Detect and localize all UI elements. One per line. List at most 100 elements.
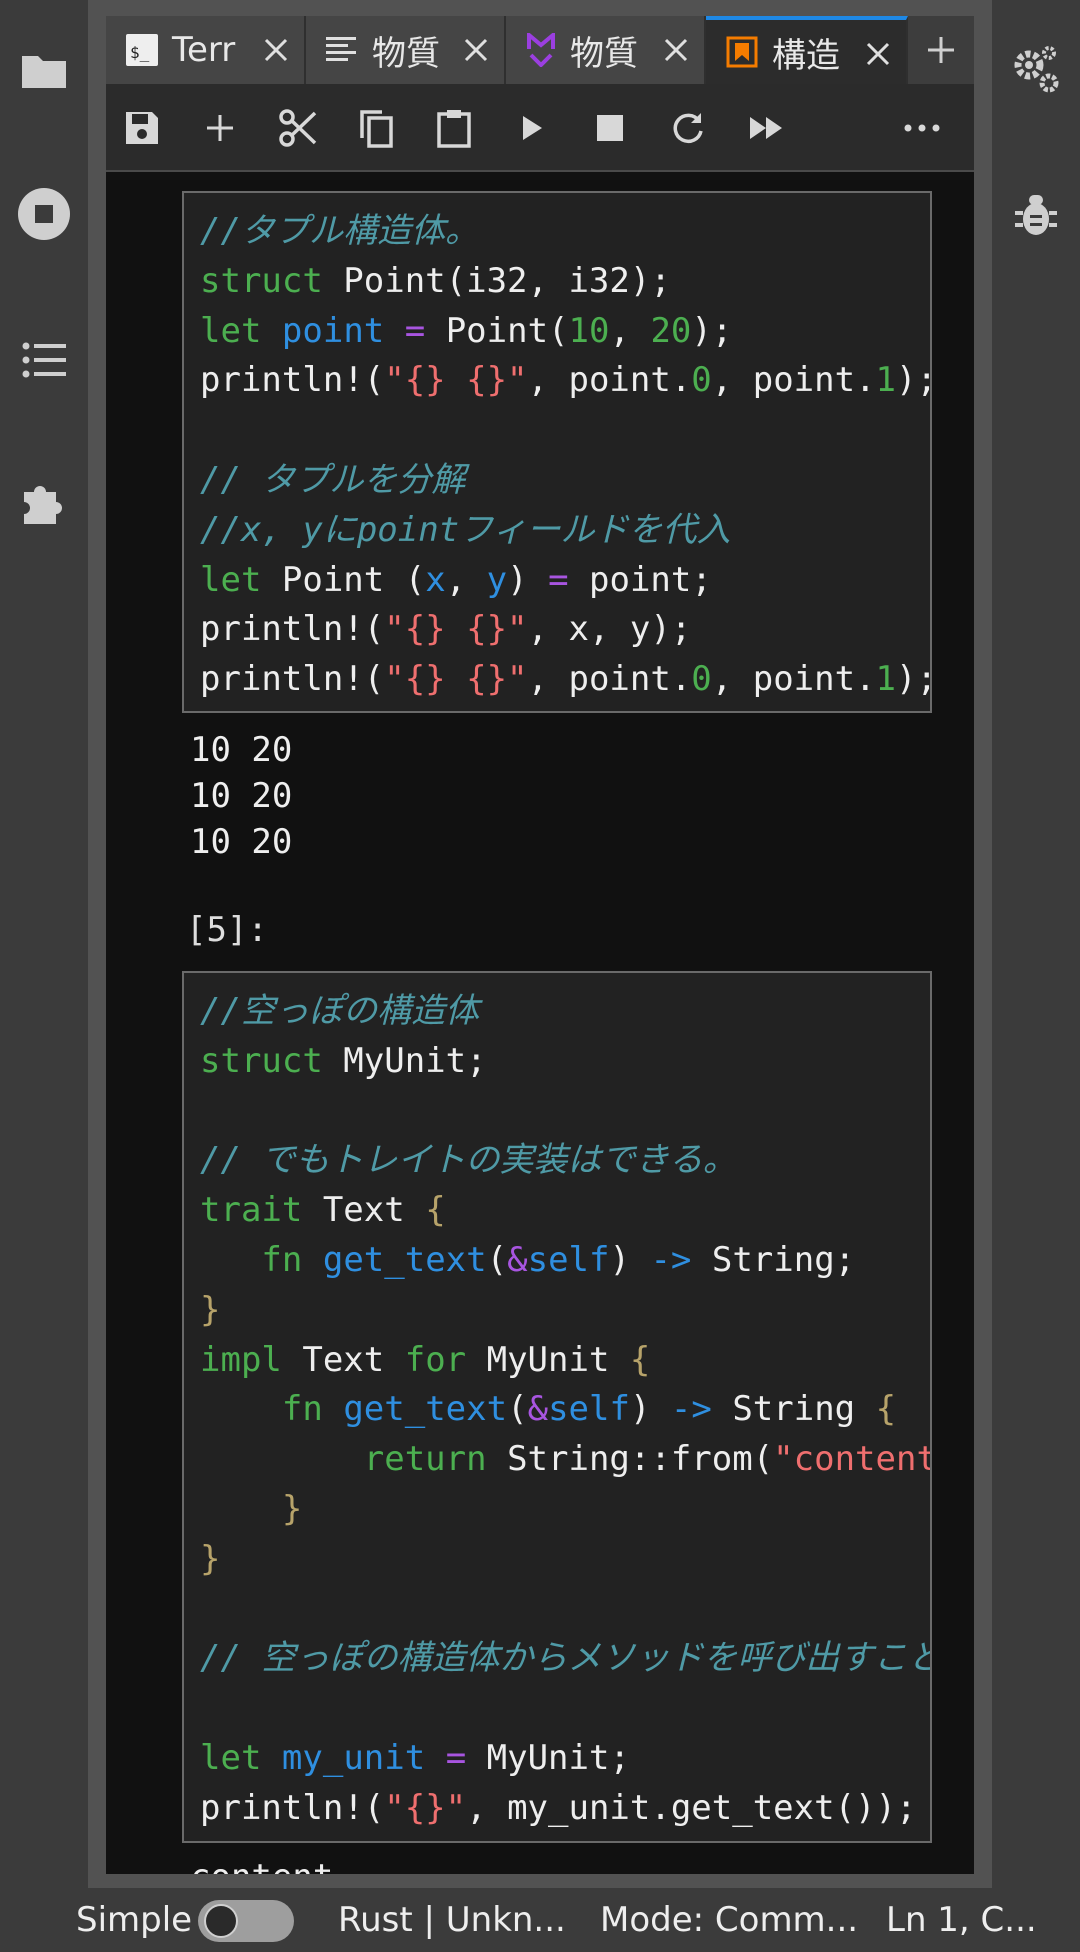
extensions-puzzle-icon[interactable] <box>14 472 74 532</box>
tab-terminal[interactable]: $_ Terr <box>106 16 306 84</box>
notebook-mode-status[interactable]: Mode: Comm... <box>600 1900 858 1940</box>
code-token: Text <box>302 1190 426 1231</box>
tab-notebook-active[interactable]: 構造 <box>706 16 908 84</box>
kernel-status[interactable]: Rust | Unkn... <box>338 1900 566 1940</box>
code-token: = <box>404 310 426 351</box>
code-editor-text[interactable]: //タプル構造体。 struct Point(i32, i32); let poin… <box>184 193 930 705</box>
code-editor-text[interactable]: //空っぽの構造体 struct MyUnit; // でもトレイトの実装はできる。… <box>184 973 930 1834</box>
code-line: let Point (x, y) = point; <box>200 556 930 606</box>
code-token: , <box>445 559 487 600</box>
code-token: MyUnit <box>466 1339 630 1380</box>
code-token: ); <box>896 659 930 700</box>
code-token: = <box>548 559 569 600</box>
new-tab-button[interactable] <box>908 16 974 84</box>
insert-cell-button[interactable] <box>196 104 244 152</box>
code-line: println!("{} {}", x, y); <box>200 605 930 655</box>
markdown-icon <box>527 33 555 67</box>
code-token: println!( <box>200 659 385 700</box>
more-options-button[interactable] <box>898 104 946 152</box>
folder-icon[interactable] <box>14 40 74 100</box>
code-token: 10 <box>568 310 610 351</box>
fast-forward-icon <box>750 117 782 139</box>
code-token: println!( <box>200 1787 385 1828</box>
code-token: self <box>527 1239 610 1280</box>
tab-text-file[interactable]: 物質 <box>306 16 506 84</box>
code-token: return <box>363 1439 487 1480</box>
paste-button[interactable] <box>430 104 478 152</box>
simple-mode-toggle[interactable] <box>198 1900 294 1942</box>
status-bar: Simple Rust | Unkn... Mode: Comm... Ln 1… <box>0 1888 1080 1952</box>
code-line: impl Text for MyUnit { <box>200 1336 930 1386</box>
code-token: println!( <box>200 609 385 650</box>
code-token: , x, y); <box>527 609 692 650</box>
close-icon[interactable] <box>262 36 290 64</box>
left-activity-bar <box>0 0 88 1888</box>
run-cell-button[interactable] <box>508 104 556 152</box>
notebook-toolbar <box>106 84 974 172</box>
code-cell-editor[interactable]: //タプル構造体。 struct Point(i32, i32); let poin… <box>182 191 932 713</box>
code-token: } <box>200 1289 221 1330</box>
code-line: } <box>200 1485 930 1535</box>
code-token: point <box>281 310 385 351</box>
code-cell-editor[interactable]: //空っぽの構造体 struct MyUnit; // でもトレイトの実装はできる。… <box>182 971 932 1843</box>
close-icon[interactable] <box>662 36 690 64</box>
restart-run-all-button[interactable] <box>742 104 790 152</box>
code-token: fn <box>261 1239 303 1280</box>
save-button[interactable] <box>118 104 166 152</box>
code-token: println!( <box>200 360 385 401</box>
code-token: -> <box>670 1389 712 1430</box>
code-token: , point. <box>527 360 692 401</box>
save-icon <box>126 112 158 144</box>
plus-icon <box>928 37 954 63</box>
code-token: , point. <box>711 659 876 700</box>
code-line: } <box>200 1286 930 1336</box>
code-token: String; <box>691 1239 856 1280</box>
text-file-icon <box>326 37 356 61</box>
code-token: Text <box>281 1339 405 1380</box>
code-line: //空っぽの構造体 <box>200 987 930 1037</box>
close-icon[interactable] <box>864 40 892 68</box>
code-token: point; <box>568 559 712 600</box>
code-token: impl <box>200 1339 282 1380</box>
code-token: Point ( <box>261 559 426 600</box>
copy-button[interactable] <box>352 104 400 152</box>
toggle-knob <box>204 1904 238 1938</box>
code-token: , point. <box>527 659 692 700</box>
code-token: Point( <box>425 310 569 351</box>
code-token: // タプルを分解 <box>200 459 466 500</box>
stop-icon <box>597 115 623 141</box>
table-of-contents-icon[interactable] <box>14 330 74 390</box>
close-icon[interactable] <box>462 36 490 64</box>
cut-button[interactable] <box>274 104 322 152</box>
tab-markdown[interactable]: 物質 <box>506 16 706 84</box>
code-token: = <box>445 1737 467 1778</box>
interrupt-kernel-button[interactable] <box>586 104 634 152</box>
code-token: get_text <box>343 1389 508 1430</box>
code-token: { <box>629 1339 651 1380</box>
notebook-content: //タプル構造体。 struct Point(i32, i32); let poin… <box>106 172 974 1874</box>
restart-kernel-button[interactable] <box>664 104 712 152</box>
cursor-position-status[interactable]: Ln 1, C... <box>886 1900 1037 1940</box>
code-line: println!("{} {}", point.0, point.1); <box>200 356 930 406</box>
code-token: ); <box>896 360 930 401</box>
property-inspector-gears-icon[interactable] <box>1006 40 1066 100</box>
terminal-icon: $_ <box>126 34 158 66</box>
debugger-bug-icon[interactable] <box>1006 184 1066 244</box>
code-token: , my_unit.get_text()); <box>466 1787 917 1828</box>
code-token: let <box>200 1737 262 1778</box>
code-token: -> <box>650 1239 692 1280</box>
tab-bar: $_ Terr 物質 物質 構造 <box>106 16 974 84</box>
svg-text:$_: $_ <box>130 43 150 62</box>
scissors-icon <box>279 109 317 147</box>
code-token: // でもトレイトの実装はできる。 <box>200 1140 737 1181</box>
running-kernels-icon[interactable] <box>14 184 74 244</box>
code-token: "{}" <box>384 1787 467 1828</box>
